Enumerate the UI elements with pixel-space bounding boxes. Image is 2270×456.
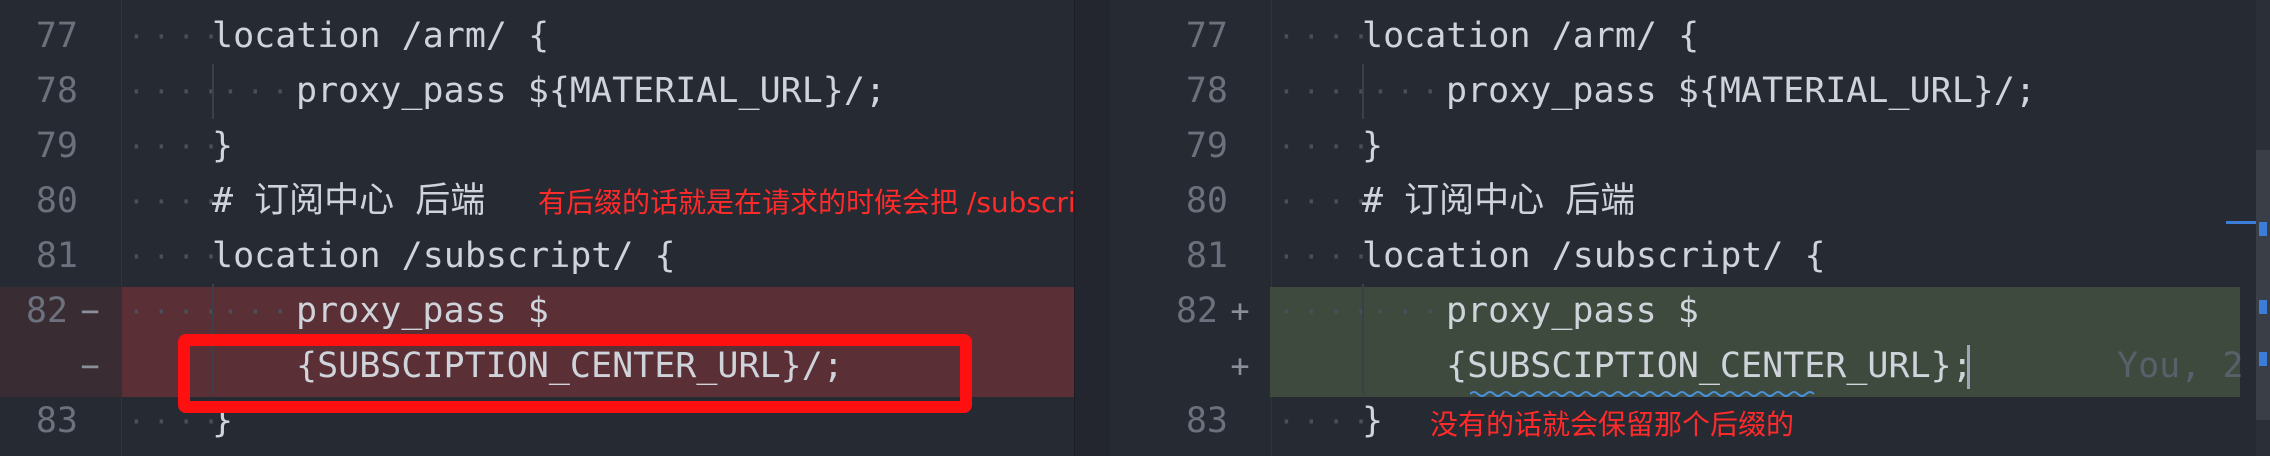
- deletion-marker: −: [80, 292, 100, 330]
- left-annotation-note: 有后缀的话就是在请求的时候会把 /subscript去掉: [538, 186, 1075, 219]
- whitespace-dots: ···: [222, 75, 297, 108]
- code-text: proxy_pass $: [1446, 291, 1699, 331]
- left-code-line[interactable]: 81 ···· location /subscript/ {: [0, 229, 1074, 284]
- indent-guide: [1362, 339, 1364, 394]
- line-number: 79: [1185, 126, 1228, 166]
- line-number: [1150, 339, 1228, 394]
- code-text: proxy_pass $: [296, 291, 549, 331]
- line-number: 80: [1185, 181, 1228, 221]
- line-number: 78: [35, 71, 78, 111]
- whitespace-dots: ···: [222, 295, 297, 328]
- indent-guide: [1362, 64, 1364, 119]
- git-blame-hint: You, 2: [2117, 346, 2244, 386]
- comment-text: # 订阅中心 后端: [212, 181, 486, 221]
- left-diff-pane[interactable]: 77 ···· location /arm/ { 78 ···· ··· pro…: [0, 0, 1075, 456]
- spell-check-squiggle: [1470, 391, 1815, 397]
- code-text: {SUBSCIPTION_CENTER_URL};: [1446, 346, 1973, 386]
- code-text: location /subscript/ {: [212, 236, 676, 276]
- addition-marker: +: [1230, 347, 1250, 385]
- addition-marker: +: [1230, 292, 1250, 330]
- deletion-marker: −: [80, 347, 100, 385]
- left-deleted-line[interactable]: 82 − ···· ··· proxy_pass $: [0, 284, 1074, 339]
- line-number: [0, 339, 78, 394]
- right-code-line[interactable]: 79 ···· }: [1110, 119, 2270, 174]
- right-annotation-note: 没有的话就会保留那个后缀的: [1430, 408, 1795, 441]
- line-number: 77: [1185, 16, 1228, 56]
- code-text: location /arm/ {: [212, 16, 550, 56]
- line-number: 81: [1185, 236, 1228, 276]
- scrollbar-marker: [2259, 222, 2267, 236]
- comment-text: # 订阅中心 后端: [1362, 181, 1636, 221]
- indent-guide: [1362, 284, 1364, 339]
- indent-guide: [212, 284, 214, 339]
- diff-divider[interactable]: [1075, 0, 1110, 456]
- scrollbar-marker: [2259, 352, 2267, 366]
- line-number: 77: [35, 16, 78, 56]
- line-number: 79: [35, 126, 78, 166]
- right-code-line[interactable]: 77 ···· location /arm/ {: [1110, 9, 2270, 64]
- line-number: 83: [1185, 401, 1228, 441]
- line-number: 83: [35, 401, 78, 441]
- right-added-line-wrap[interactable]: + {SUBSCIPTION_CENTER_URL};: [1110, 339, 2270, 394]
- code-text: }: [212, 126, 234, 166]
- indent-guide: [212, 64, 214, 119]
- right-added-line[interactable]: 82 + ···· ··· proxy_pass $: [1110, 284, 2270, 339]
- left-code-line[interactable]: 78 ···· ··· proxy_pass ${MATERIAL_URL}/;: [0, 64, 1074, 119]
- scrollbar-marker: [2259, 300, 2267, 314]
- left-code-line[interactable]: 77 ···· location /arm/ {: [0, 9, 1074, 64]
- whitespace-dots: ···: [1372, 295, 1447, 328]
- code-text: proxy_pass ${MATERIAL_URL}/;: [1446, 71, 2037, 111]
- whitespace-dots: ···: [1372, 75, 1447, 108]
- line-number: 80: [35, 181, 78, 221]
- code-text: }: [1362, 126, 1384, 166]
- right-code-line[interactable]: 78 ···· ··· proxy_pass ${MATERIAL_URL}/;: [1110, 64, 2270, 119]
- change-indicator: [2226, 221, 2256, 224]
- text-cursor: [1967, 345, 1970, 389]
- code-text: location /arm/ {: [1362, 16, 1700, 56]
- line-number: 81: [35, 236, 78, 276]
- left-code-line[interactable]: 79 ···· }: [0, 119, 1074, 174]
- right-code-line[interactable]: 80 ···· # 订阅中心 后端: [1110, 174, 2270, 229]
- highlight-box: [178, 334, 972, 413]
- code-text: location /subscript/ {: [1362, 236, 1826, 276]
- vertical-scrollbar[interactable]: [2256, 0, 2270, 456]
- code-text: }: [1362, 401, 1384, 441]
- line-number: 82: [1175, 291, 1218, 331]
- scrollbar-thumb[interactable]: [2256, 150, 2270, 420]
- line-number: 82: [25, 291, 68, 331]
- line-number: 78: [1185, 71, 1228, 111]
- right-diff-pane[interactable]: 77 ···· location /arm/ { 78 ···· ··· pro…: [1110, 0, 2270, 456]
- code-text: proxy_pass ${MATERIAL_URL}/;: [296, 71, 887, 111]
- right-code-line[interactable]: 81 ···· location /subscript/ {: [1110, 229, 2270, 284]
